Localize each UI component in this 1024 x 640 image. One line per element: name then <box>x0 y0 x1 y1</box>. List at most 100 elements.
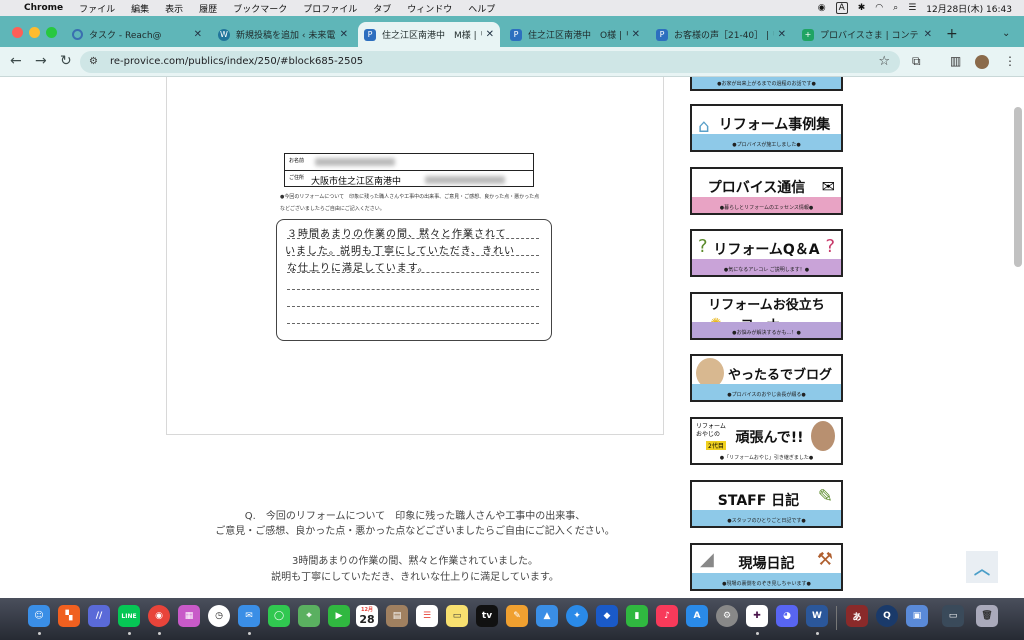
menu-item-bookmarks[interactable]: ブックマーク <box>233 2 287 15</box>
bluetooth-icon[interactable]: ✱ <box>858 3 866 13</box>
close-tab-icon[interactable]: ✕ <box>632 29 640 40</box>
browser-tab[interactable]: P お客様の声［21-40］ | リ ✕ <box>650 22 792 47</box>
scroll-to-top-button[interactable]: ︿ <box>966 551 998 583</box>
launchpad-app-icon[interactable]: ▚ <box>58 605 80 627</box>
menu-item-file[interactable]: ファイル <box>79 2 115 15</box>
menu-item-history[interactable]: 履歴 <box>199 2 217 15</box>
clock-app-icon[interactable]: ◷ <box>208 605 230 627</box>
app-store-icon[interactable]: A <box>686 605 708 627</box>
name-address-box: お名前 ご住所 大阪市住之江区南港中 <box>284 153 534 187</box>
tv-app-icon[interactable]: tv <box>476 605 498 627</box>
discord-app-icon[interactable]: ◕ <box>776 605 798 627</box>
keynote-app-icon[interactable]: ▲ <box>536 605 558 627</box>
page-scrollbar[interactable] <box>1014 107 1022 267</box>
banner-badge: 2代目 <box>706 441 726 450</box>
finder-icon[interactable]: ☺ <box>28 605 50 627</box>
trash-icon[interactable]: 🗑 <box>976 605 998 627</box>
running-indicator <box>158 632 161 635</box>
tab-title: 住之江区南港中 M様 | リ <box>382 31 482 41</box>
chrome-app-icon[interactable]: ◉ <box>148 605 170 627</box>
wifi-icon[interactable]: ◠ <box>875 3 883 13</box>
question-icon: ? <box>825 236 835 257</box>
menu-item-profiles[interactable]: プロファイル <box>303 2 357 15</box>
reload-icon[interactable]: ↻ <box>60 53 72 69</box>
browser-tab[interactable]: P 住之江区南港中 O様 | リ ✕ <box>504 22 646 47</box>
word-app-icon[interactable]: W <box>806 605 828 627</box>
dictionary-app-icon[interactable]: あ <box>846 605 868 627</box>
menu-item-view[interactable]: 表示 <box>165 2 183 15</box>
banner-reform-qa[interactable]: ? リフォームQ＆A ? ●気になるアレコレ ご説明します！● <box>690 229 843 277</box>
menu-app-name[interactable]: Chrome <box>24 3 63 13</box>
safari-app-icon[interactable]: ✦ <box>566 605 588 627</box>
preview-app-icon[interactable]: ▣ <box>906 605 928 627</box>
extensions-icon[interactable]: ⧉ <box>912 54 921 69</box>
browser-tab[interactable]: + プロバイスさま | コンテン ✕ <box>796 22 938 47</box>
profile-avatar[interactable] <box>975 55 989 69</box>
banner-caption: ●お家が出来上がるまでの過程のお話です● <box>717 81 816 87</box>
mail-app-icon[interactable]: ✉ <box>238 605 260 627</box>
side-panel-icon[interactable]: ▥ <box>950 54 961 68</box>
reminders-app-icon[interactable]: ☰ <box>416 605 438 627</box>
quicktime-app-icon[interactable]: Q <box>876 605 898 627</box>
music-app-icon[interactable]: ♪ <box>656 605 678 627</box>
banner-reform-oyaji[interactable]: リフォームおやじの 2代目 頑張んで!! ●「リフォームおやじ」引き継ぎました● <box>690 417 843 465</box>
envelope-icon: ✉ <box>821 177 835 196</box>
close-window-button[interactable] <box>12 27 23 38</box>
browser-tab[interactable]: タスク - Reach@ ✕ <box>66 22 208 47</box>
tab-search-chevron-icon[interactable]: ⌄ <box>1002 28 1010 39</box>
banner-process[interactable]: ●お家が出来上がるまでの過程のお話です● <box>690 77 843 91</box>
close-tab-icon[interactable]: ✕ <box>486 29 494 40</box>
browser-tab-active[interactable]: P 住之江区南港中 M様 | リ ✕ <box>358 22 500 47</box>
launchpad-icon[interactable]: ▦ <box>178 605 200 627</box>
calendar-day: 28 <box>359 613 375 626</box>
chrome-menu-icon[interactable]: ⋮ <box>1004 54 1016 68</box>
messages-app-icon[interactable]: ◯ <box>268 605 290 627</box>
close-tab-icon[interactable]: ✕ <box>778 29 786 40</box>
close-tab-icon[interactable]: ✕ <box>924 29 932 40</box>
banner-reform-tips[interactable]: リフォームお役立ちコーナー ✺ ●お悩みが解決するかも…！● <box>690 292 843 340</box>
address-bar[interactable]: ⚙ re-provice.com/publics/index/250/#bloc… <box>80 51 900 73</box>
notes-app-icon[interactable]: ▭ <box>446 605 468 627</box>
banner-yattarude-blog[interactable]: やったるでブログ ●プロバイスのおやじ会長が綴る● <box>690 354 843 402</box>
status-app-icon[interactable]: ◉ <box>818 3 826 13</box>
banner-reform-examples[interactable]: ⌂ リフォーム事例集 ●プロバイスが施工しました● <box>690 104 843 152</box>
close-tab-icon[interactable]: ✕ <box>340 29 348 40</box>
dock-divider <box>836 606 837 630</box>
bitwarden-app-icon[interactable]: ◆ <box>596 605 618 627</box>
menu-item-tab[interactable]: タブ <box>373 2 391 15</box>
input-mode-indicator[interactable]: A <box>835 2 848 14</box>
pages-app-icon[interactable]: ✎ <box>506 605 528 627</box>
running-indicator <box>816 632 819 635</box>
minimize-window-button[interactable] <box>29 27 40 38</box>
browser-tab[interactable]: W 新規投稿を追加 ‹ 未来電子 ✕ <box>212 22 354 47</box>
forward-arrow-icon[interactable]: → <box>35 53 47 69</box>
banner-staff-diary[interactable]: STAFF 日記 ✎ ●スタッフのひとりごと日記です● <box>690 480 843 528</box>
facetime-app-icon[interactable]: ▶ <box>328 605 350 627</box>
site-info-icon[interactable]: ⚙ <box>89 56 101 68</box>
calendar-app-icon[interactable]: 12月 28 <box>356 605 378 627</box>
url-text[interactable]: re-provice.com/publics/index/250/#block6… <box>110 56 363 67</box>
new-tab-button[interactable]: + <box>946 26 958 42</box>
slack-app-icon[interactable]: ✚ <box>746 605 768 627</box>
search-icon[interactable]: ⌕ <box>893 3 898 13</box>
menu-item-edit[interactable]: 編集 <box>131 2 149 15</box>
screenshot-folder-icon[interactable]: ▭ <box>942 605 964 627</box>
circle-spinner-icon <box>72 29 83 40</box>
banner-site-diary[interactable]: ◢ 現場日記 ⚒ ●現場の裏側をのぞき見しちゃいます● <box>690 543 843 591</box>
control-center-icon[interactable]: ☰ <box>908 3 916 13</box>
menu-item-help[interactable]: ヘルプ <box>468 2 495 15</box>
maps-app-icon[interactable]: ⌖ <box>298 605 320 627</box>
zoom-window-button[interactable] <box>46 27 57 38</box>
menu-item-window[interactable]: ウィンドウ <box>407 2 452 15</box>
numbers-app-icon[interactable]: ▮ <box>626 605 648 627</box>
linear-app-icon[interactable]: // <box>88 605 110 627</box>
line-app-icon[interactable]: LINE <box>118 605 140 627</box>
back-arrow-icon[interactable]: ← <box>10 53 22 69</box>
notes-brown-app-icon[interactable]: ▤ <box>386 605 408 627</box>
system-settings-icon[interactable]: ⚙ <box>716 605 738 627</box>
close-tab-icon[interactable]: ✕ <box>194 29 202 40</box>
bookmark-star-icon[interactable]: ☆ <box>878 54 890 69</box>
banner-provice-news[interactable]: プロバイス通信 ✉ ●暮らしとリフォームのエッセンス情報● <box>690 167 843 215</box>
green-plus-icon: + <box>802 28 814 41</box>
menubar-clock[interactable]: 12月28日(木) 16:43 <box>926 2 1012 15</box>
